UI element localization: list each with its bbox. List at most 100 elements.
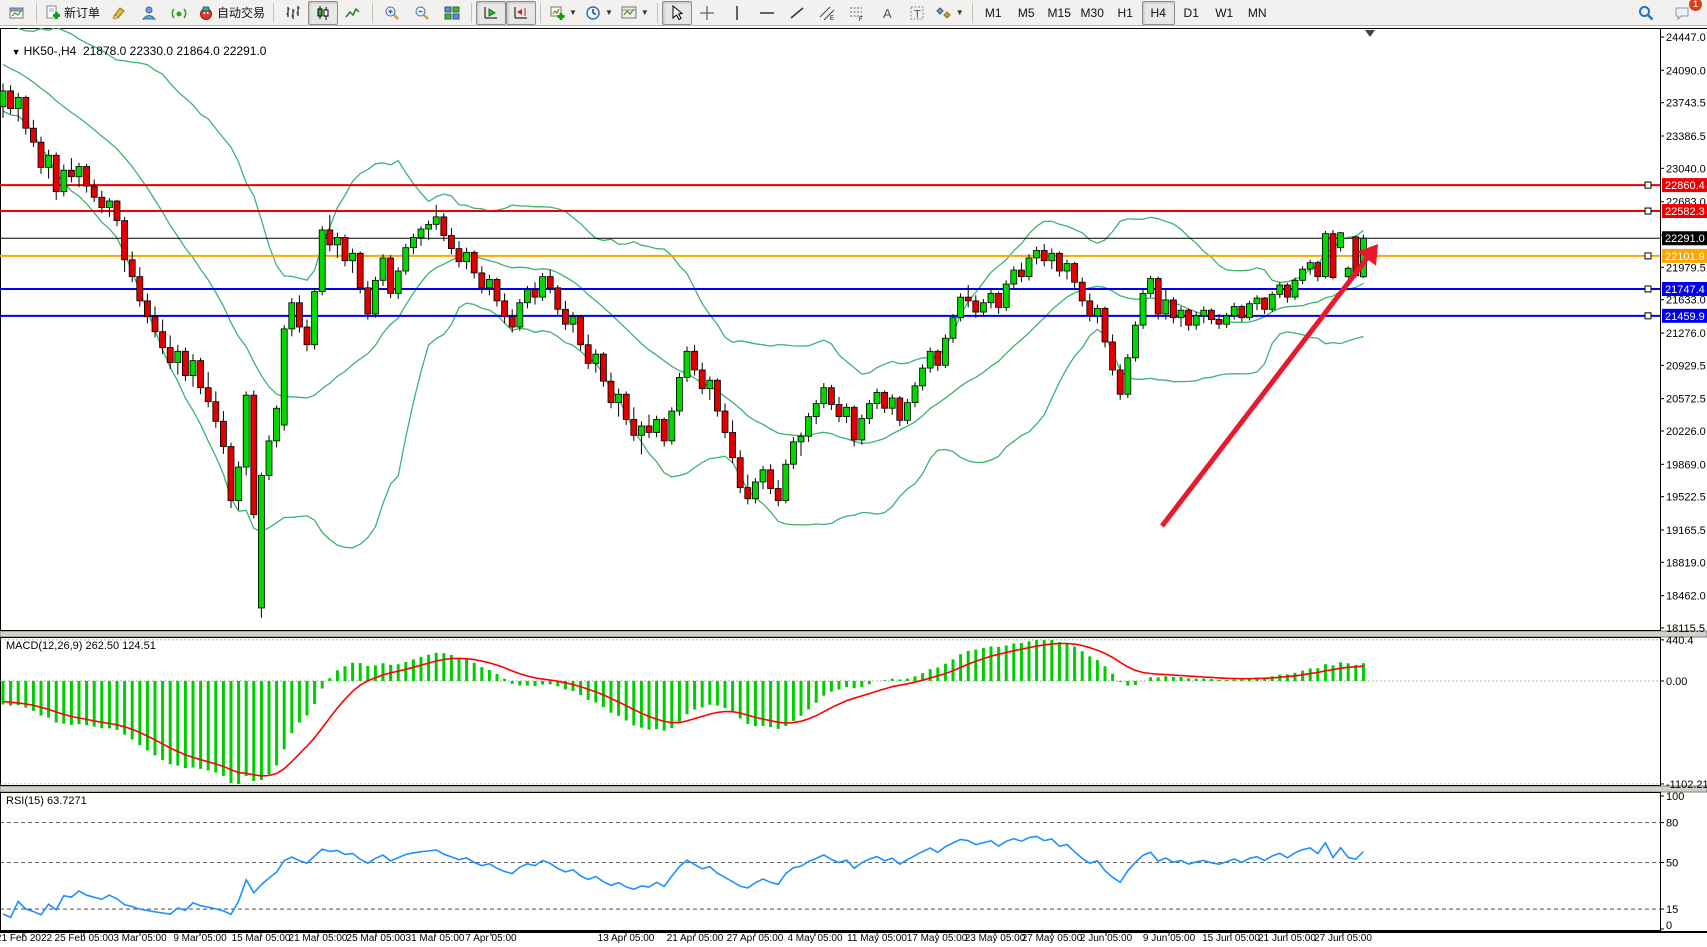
chartwin-icon	[9, 5, 25, 21]
candle	[296, 295, 302, 332]
candle-body	[1049, 253, 1055, 260]
candle	[828, 385, 834, 410]
horizontal-line-21747.4[interactable]	[0, 286, 1660, 292]
candle	[289, 298, 295, 336]
candle-body	[30, 128, 36, 142]
candle-body	[304, 327, 310, 345]
zoom-in-button[interactable]	[377, 1, 407, 25]
trendline-button[interactable]	[782, 1, 812, 25]
chevron-down-icon: ▼	[641, 8, 649, 17]
cursor-button[interactable]	[662, 1, 692, 25]
tf-m15-label: M15	[1048, 6, 1071, 20]
new-chart-button[interactable]: ▼	[545, 1, 581, 25]
rsi-pane-border	[1, 793, 1661, 931]
candles-button[interactable]	[308, 1, 338, 25]
candle	[114, 200, 120, 226]
candle	[1322, 231, 1328, 279]
trendline-icon	[789, 5, 805, 21]
chevron-down-icon[interactable]: ▼	[12, 47, 21, 57]
candle-body	[897, 398, 903, 420]
auto-scroll-button[interactable]	[476, 1, 506, 25]
line-handle[interactable]	[1645, 253, 1651, 259]
price-axis-label: 20572.5	[1666, 394, 1706, 406]
date-axis-label: 4 May 05:00	[787, 933, 842, 944]
text-button[interactable]: A	[872, 1, 902, 25]
horizontal-line-21459.9[interactable]	[0, 313, 1660, 319]
chat-button[interactable]: 1	[1667, 1, 1697, 25]
candle	[1018, 263, 1024, 283]
community-button[interactable]	[134, 1, 164, 25]
tf-m5[interactable]: M5	[1010, 1, 1043, 25]
candle-body	[15, 97, 21, 108]
autotrade-icon	[198, 5, 214, 21]
line-handle[interactable]	[1645, 182, 1651, 188]
tf-m1-label: M1	[985, 6, 1002, 20]
tf-m15[interactable]: M15	[1043, 1, 1076, 25]
chart-header: ▼HK50-,H4 21878.0 22330.0 21864.0 22291.…	[5, 30, 266, 58]
line-handle[interactable]	[1645, 208, 1651, 214]
candle	[692, 345, 698, 376]
candle	[593, 349, 599, 372]
crosshair-button[interactable]	[692, 1, 722, 25]
bars-button[interactable]	[278, 1, 308, 25]
autotrading-button[interactable]: 自动交易	[194, 1, 269, 25]
pane-splitter-rsi[interactable]	[0, 786, 1707, 792]
channel-button[interactable]: E	[812, 1, 842, 25]
channel-icon: E	[819, 5, 835, 21]
candle-body	[889, 398, 895, 408]
candle	[996, 292, 1002, 314]
tf-m1[interactable]: M1	[977, 1, 1010, 25]
tile-windows-button[interactable]	[437, 1, 467, 25]
candle	[1041, 244, 1047, 266]
candle-body	[1056, 253, 1062, 271]
chart-shift-button[interactable]	[506, 1, 536, 25]
candle	[182, 348, 188, 382]
new-order-button[interactable]: 新订单	[41, 1, 104, 25]
date-axis-label: 15 Mar 05:00	[232, 933, 291, 944]
candle	[980, 299, 986, 317]
tf-mn[interactable]: MN	[1241, 1, 1274, 25]
chart-canvas[interactable]: 24447.024090.023743.523386.523040.022683…	[0, 26, 1707, 947]
candle-body	[1064, 264, 1070, 271]
candle	[517, 299, 523, 331]
candle-body	[1254, 298, 1260, 304]
candle	[494, 278, 500, 307]
trend-arrow[interactable]	[1162, 244, 1378, 526]
fibonacci-button[interactable]: F	[842, 1, 872, 25]
tf-m30[interactable]: M30	[1076, 1, 1109, 25]
candle	[524, 286, 530, 308]
periods-button[interactable]: ▼	[581, 1, 617, 25]
candle-body	[220, 421, 226, 446]
bars-icon	[285, 5, 301, 21]
arrows-button[interactable]: ▼	[932, 1, 968, 25]
cursor-icon	[669, 5, 685, 21]
horizontal-line-22582.3[interactable]	[0, 208, 1660, 214]
search-button[interactable]	[1631, 1, 1661, 25]
signals-button[interactable]	[164, 1, 194, 25]
tf-w1[interactable]: W1	[1208, 1, 1241, 25]
label-button[interactable]: T	[902, 1, 932, 25]
candle-body	[84, 166, 90, 186]
candle	[1034, 247, 1040, 265]
vline-button[interactable]	[722, 1, 752, 25]
line-handle[interactable]	[1645, 286, 1651, 292]
line-chart-button[interactable]	[338, 1, 368, 25]
tf-h4[interactable]: H4	[1142, 1, 1175, 25]
styler-button[interactable]	[104, 1, 134, 25]
hline-button[interactable]	[752, 1, 782, 25]
candle-body	[1338, 233, 1344, 248]
candle-body	[798, 436, 804, 442]
line-handle[interactable]	[1645, 313, 1651, 319]
chart-window-button[interactable]	[2, 1, 32, 25]
candle-body	[821, 388, 827, 404]
candles-icon	[315, 5, 331, 21]
horizontal-line-22101.9[interactable]	[0, 253, 1660, 259]
pane-splitter-macd[interactable]	[0, 631, 1707, 637]
tf-d1[interactable]: D1	[1175, 1, 1208, 25]
candle	[251, 390, 257, 518]
tf-h1[interactable]: H1	[1109, 1, 1142, 25]
candle-body	[350, 253, 356, 260]
templates-button[interactable]: ▼	[617, 1, 653, 25]
chevron-down-icon: ▼	[605, 8, 613, 17]
zoom-out-button[interactable]	[407, 1, 437, 25]
